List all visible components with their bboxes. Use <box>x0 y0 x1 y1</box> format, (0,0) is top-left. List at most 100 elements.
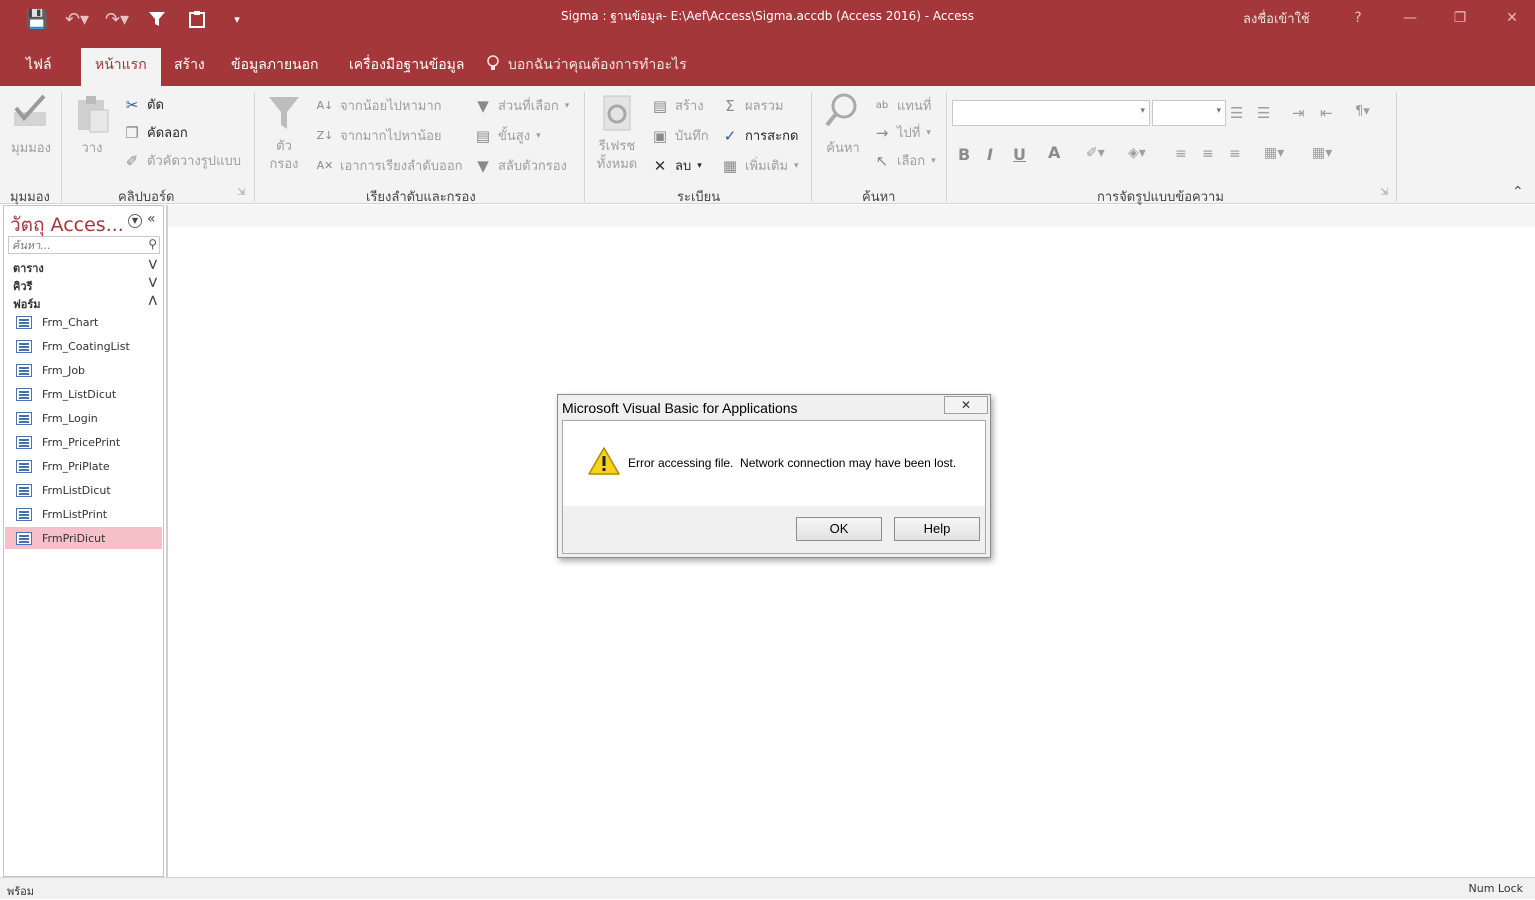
indent-increase-icon[interactable]: ⇥ <box>1292 104 1305 122</box>
chevron-down-icon: ▾ <box>697 160 702 171</box>
align-center-icon[interactable]: ≡ <box>1202 146 1214 162</box>
nav-form-item[interactable]: Frm_PricePrint <box>5 431 162 453</box>
delete-record-button[interactable]: ✕ ลบ ▾ <box>651 155 702 176</box>
copy-button[interactable]: ❐ คัดลอก <box>123 122 188 143</box>
sign-in-link[interactable]: ลงชื่อเข้าใช้ <box>1243 8 1310 29</box>
filter-big-icon[interactable] <box>264 94 304 132</box>
italic-button[interactable]: I <box>987 145 993 164</box>
cut-label: ตัด <box>147 98 164 113</box>
save-record-button[interactable]: ▣ บันทึก <box>651 125 709 146</box>
group-separator <box>946 92 947 202</box>
ok-button[interactable]: OK <box>796 517 882 541</box>
nav-form-item[interactable]: Frm_CoatingList <box>5 335 162 357</box>
view-icon[interactable] <box>8 92 52 132</box>
nav-category-tables[interactable]: ตาราง ⋁ <box>13 259 157 277</box>
tell-me-box[interactable]: บอกฉันว่าคุณต้องการทำอะไร <box>486 54 687 76</box>
nav-menu-chevron-icon[interactable]: ▼ <box>128 214 142 228</box>
form-icon <box>16 363 32 377</box>
new-record-button[interactable]: ▤ สร้าง <box>651 95 704 116</box>
refresh-icon[interactable] <box>596 94 638 132</box>
indent-decrease-icon[interactable]: ⇤ <box>1320 104 1333 122</box>
tab-create[interactable]: สร้าง <box>160 48 219 86</box>
undo-icon[interactable]: ↶▾ <box>62 6 92 32</box>
nav-form-item[interactable]: Frm_PriPlate <box>5 455 162 477</box>
goto-button[interactable]: → ไปที่ ▾ <box>873 122 931 143</box>
nav-category-queries[interactable]: คิวรี ⋁ <box>13 277 157 295</box>
form-icon <box>16 531 32 545</box>
nav-search-box[interactable]: ⚲ <box>8 236 160 254</box>
nav-form-item[interactable]: Frm_ListDicut <box>5 383 162 405</box>
selection-button[interactable]: ▼ ส่วนที่เลือก ▾ <box>474 95 569 116</box>
find-icon[interactable] <box>822 92 862 130</box>
toggle-filter-button[interactable]: ▼ สลับตัวกรอง <box>474 155 567 176</box>
sort-ascending-button[interactable]: A↓ จากน้อยไปหามาก <box>316 95 442 116</box>
tab-external-data[interactable]: ข้อมูลภายนอก <box>217 48 333 86</box>
form-icon <box>16 459 32 473</box>
nav-form-item[interactable]: FrmListDicut <box>5 479 162 501</box>
numbering-icon[interactable]: ☰ <box>1257 104 1270 122</box>
remove-sort-button[interactable]: A✕ เอาการเรียงลำดับออก <box>316 155 463 176</box>
alternate-row-color-icon[interactable]: ▦▾ <box>1264 145 1284 161</box>
shutter-bar-icon[interactable]: « <box>147 211 156 227</box>
cut-button[interactable]: ✂ ตัด <box>123 94 164 115</box>
totals-label: ผลรวม <box>745 99 784 114</box>
form-icon <box>16 339 32 353</box>
sort-descending-button[interactable]: Z↓ จากมากไปหาน้อย <box>316 125 442 146</box>
clipboard-launcher-icon[interactable]: ⇲ <box>237 187 245 198</box>
align-left-icon[interactable]: ≡ <box>1175 146 1187 162</box>
nav-form-item[interactable]: Frm_Login <box>5 407 162 429</box>
search-icon[interactable]: ⚲ <box>148 237 157 251</box>
totals-button[interactable]: Σ ผลรวม <box>721 95 783 116</box>
advanced-filter-button[interactable]: ▤ ขั้นสูง ▾ <box>474 125 541 146</box>
text-format-launcher-icon[interactable]: ⇲ <box>1380 187 1388 198</box>
nav-category-label: ฟอร์ม <box>13 298 41 311</box>
nav-form-item[interactable]: Frm_Job <box>5 359 162 381</box>
clipboard-icon[interactable] <box>182 6 212 32</box>
redo-icon[interactable]: ↷▾ <box>102 6 132 32</box>
nav-splitter[interactable] <box>166 205 168 877</box>
customize-icon[interactable]: ▾ <box>222 6 252 32</box>
nav-search-input[interactable] <box>9 237 141 253</box>
nav-form-item[interactable]: Frm_Chart <box>5 311 162 333</box>
save-icon[interactable]: 💾 <box>22 6 52 32</box>
restore-button[interactable]: ❐ <box>1440 4 1480 32</box>
paragraph-direction-icon[interactable]: ¶▾ <box>1355 104 1370 119</box>
chevron-down-icon: ▾ <box>1140 106 1145 116</box>
spelling-label: การสะกด <box>745 129 799 144</box>
tab-file[interactable]: ไฟล์ <box>12 48 66 86</box>
minimize-button[interactable]: — <box>1390 4 1430 32</box>
filter-label[interactable]: ตัว กรอง <box>264 138 304 174</box>
gridlines-icon[interactable]: ▦▾ <box>1312 145 1332 161</box>
more-button[interactable]: ▦ เพิ่มเติม ▾ <box>721 155 799 176</box>
close-button[interactable]: ✕ <box>1492 4 1532 32</box>
nav-form-item[interactable]: FrmListPrint <box>5 503 162 525</box>
select-button[interactable]: ↖ เลือก ▾ <box>873 150 936 171</box>
font-name-combo[interactable]: ▾ <box>952 100 1150 126</box>
tab-database-tools[interactable]: เครื่องมือฐานข้อมูล <box>335 48 479 86</box>
group-views-label: มุมมอง <box>10 190 50 205</box>
underline-button[interactable]: U <box>1013 145 1026 164</box>
bold-button[interactable]: B <box>958 145 970 164</box>
view-button-label[interactable]: มุมมอง <box>6 140 56 158</box>
copy-label: คัดลอก <box>147 126 188 141</box>
help-dialog-button[interactable]: Help <box>894 517 980 541</box>
spelling-button[interactable]: ✓ การสะกด <box>721 125 799 146</box>
dialog-close-button[interactable]: ✕ <box>944 396 988 414</box>
format-painter-button[interactable]: ✐ ตัวคัดวางรูปแบบ <box>123 150 241 171</box>
tab-home[interactable]: หน้าแรก <box>81 48 161 86</box>
paste-button-label[interactable]: วาง <box>72 140 112 158</box>
bullets-icon[interactable]: ☰ <box>1230 104 1243 122</box>
help-button[interactable]: ? <box>1338 4 1378 32</box>
fill-color-icon[interactable]: ◈▾ <box>1128 145 1146 161</box>
highlight-icon[interactable]: ✐▾ <box>1086 145 1105 161</box>
nav-form-item-selected[interactable]: FrmPriDicut <box>5 527 162 549</box>
font-size-combo[interactable]: ▾ <box>1152 100 1226 126</box>
refresh-label[interactable]: รีเฟรช ทั้งหมด <box>588 138 646 174</box>
paste-icon[interactable] <box>72 94 112 134</box>
align-right-icon[interactable]: ≡ <box>1229 146 1241 162</box>
replace-button[interactable]: ab แทนที่ <box>873 95 932 116</box>
filter-icon[interactable] <box>142 6 172 32</box>
collapse-ribbon-icon[interactable]: ⌃ <box>1512 184 1524 200</box>
font-color-button[interactable]: A <box>1048 143 1060 162</box>
find-label[interactable]: ค้นหา <box>820 140 866 158</box>
